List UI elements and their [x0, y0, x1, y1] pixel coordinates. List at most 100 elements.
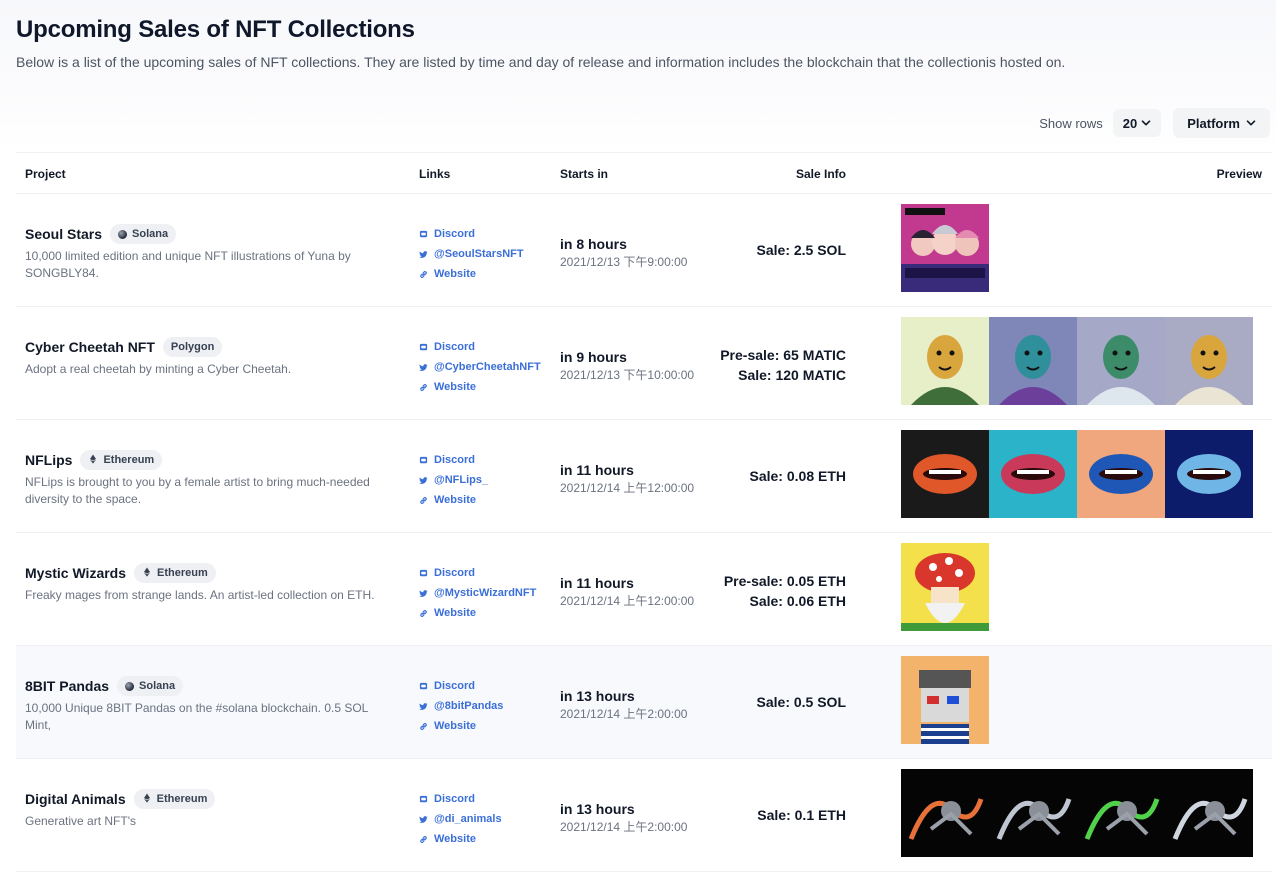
nft-preview-image[interactable] — [989, 769, 1077, 857]
table-row[interactable]: Digital Animals Ethereum Generative art … — [16, 759, 1272, 872]
link-icon — [420, 609, 427, 617]
project-name[interactable]: 8BIT Pandas — [25, 678, 109, 694]
link-icon — [420, 722, 427, 730]
sale-price-line: Pre-sale: 65 MATIC — [720, 347, 846, 363]
project-links: Discord @di_animals Website — [419, 789, 502, 849]
nft-preview-image[interactable] — [901, 656, 989, 744]
starts-relative: in 13 hours — [560, 801, 635, 817]
column-header-starts: Starts in — [560, 167, 609, 181]
twitter-icon — [419, 702, 428, 710]
starts-absolute: 2021/12/14 上午2:00:00 — [560, 820, 688, 834]
preview-images — [901, 543, 989, 631]
nft-preview-image[interactable] — [1077, 317, 1165, 405]
project-links: Discord @8bitPandas Website — [419, 676, 503, 736]
column-header-sale-info: Sale Info — [795, 167, 846, 181]
nft-preview-image[interactable] — [1077, 430, 1165, 518]
nft-preview-image[interactable] — [1077, 769, 1165, 857]
nft-preview-image[interactable] — [1165, 769, 1253, 857]
table-row[interactable]: Mystic Wizards Ethereum Freaky mages fro… — [16, 533, 1272, 646]
starts-relative: in 11 hours — [560, 575, 634, 591]
project-title-line: 8BIT Pandas Solana — [25, 676, 184, 696]
website-link[interactable]: Website — [419, 264, 524, 284]
project-title-line: Cyber Cheetah NFT Polygon — [25, 337, 223, 357]
twitter-icon — [419, 589, 428, 597]
chevron-down-icon — [1141, 120, 1151, 126]
nft-preview-image[interactable] — [989, 430, 1077, 518]
discord-link[interactable]: Discord — [419, 224, 524, 244]
discord-link[interactable]: Discord — [419, 676, 503, 696]
website-link[interactable]: Website — [419, 377, 541, 397]
project-title-line: NFLips Ethereum — [25, 450, 163, 470]
twitter-icon — [419, 363, 428, 371]
nft-preview-image[interactable] — [989, 317, 1077, 405]
sale-start-time: in 11 hours 2021/12/14 上午12:00:00 — [560, 574, 694, 610]
sale-info: Sale: 0.08 ETH — [750, 466, 847, 486]
page-subtitle: Below is a list of the upcoming sales of… — [16, 54, 1066, 70]
nft-preview-image[interactable] — [901, 204, 989, 292]
starts-absolute: 2021/12/13 下午10:00:00 — [560, 368, 695, 382]
nft-preview-image[interactable] — [1165, 430, 1253, 518]
table-row[interactable]: Seoul Stars Solana 10,000 limited editio… — [16, 194, 1272, 307]
preview-images — [901, 769, 1253, 857]
discord-link[interactable]: Discord — [419, 337, 541, 357]
nft-preview-image[interactable] — [1165, 317, 1253, 405]
platform-filter-button[interactable]: Platform — [1173, 108, 1270, 138]
project-title-line: Mystic Wizards Ethereum — [25, 563, 216, 583]
nft-preview-image[interactable] — [901, 317, 989, 405]
link-icon — [420, 383, 427, 391]
discord-icon — [419, 230, 428, 237]
website-link[interactable]: Website — [419, 716, 503, 736]
discord-icon — [419, 456, 428, 463]
nft-preview-image[interactable] — [901, 430, 989, 518]
twitter-link[interactable]: @SeoulStarsNFT — [419, 244, 524, 264]
link-icon — [420, 835, 427, 843]
twitter-link[interactable]: @NFLips_ — [419, 470, 488, 490]
twitter-icon — [419, 476, 428, 484]
project-name[interactable]: NFLips — [25, 452, 72, 468]
project-name[interactable]: Cyber Cheetah NFT — [25, 339, 155, 355]
website-link[interactable]: Website — [419, 829, 502, 849]
table-row[interactable]: NFLips Ethereum NFLips is brought to you… — [16, 420, 1272, 533]
starts-absolute: 2021/12/14 上午2:00:00 — [560, 707, 688, 721]
solana-icon — [118, 229, 128, 239]
page-title: Upcoming Sales of NFT Collections — [16, 16, 415, 43]
project-links: Discord @MysticWizardNFT Website — [419, 563, 536, 623]
table-row[interactable]: 8BIT Pandas Solana 10,000 Unique 8BIT Pa… — [16, 646, 1272, 759]
starts-relative: in 8 hours — [560, 236, 627, 252]
discord-link[interactable]: Discord — [419, 789, 502, 809]
website-link[interactable]: Website — [419, 490, 488, 510]
project-title-line: Digital Animals Ethereum — [25, 789, 216, 809]
sale-info: Sale: 0.5 SOL — [757, 692, 846, 712]
discord-link[interactable]: Discord — [419, 563, 536, 583]
nft-sales-table: Project Links Starts in Sale Info Previe… — [16, 152, 1272, 872]
project-links: Discord @NFLips_ Website — [419, 450, 488, 510]
twitter-link[interactable]: @MysticWizardNFT — [419, 583, 536, 603]
discord-link[interactable]: Discord — [419, 450, 488, 470]
nft-preview-image[interactable] — [901, 769, 989, 857]
sale-price-line: Sale: 0.5 SOL — [756, 694, 846, 710]
sale-start-time: in 13 hours 2021/12/14 上午2:00:00 — [560, 800, 687, 836]
nft-preview-image[interactable] — [901, 543, 989, 631]
chain-label: Polygon — [170, 341, 215, 353]
rows-per-page-select[interactable]: 20 — [1112, 109, 1162, 137]
chevron-down-icon — [1246, 120, 1256, 126]
sale-price-line: Pre-sale: 0.05 ETH — [723, 573, 846, 589]
sale-info: Sale: 0.1 ETH — [757, 805, 846, 825]
project-name[interactable]: Digital Animals — [25, 791, 126, 807]
project-description: 10,000 Unique 8BIT Pandas on the #solana… — [25, 701, 368, 732]
chain-badge: Solana — [110, 224, 177, 244]
twitter-link[interactable]: @8bitPandas — [419, 696, 503, 716]
sale-info: Pre-sale: 65 MATIC Sale: 120 MATIC — [720, 345, 846, 385]
table-row[interactable]: Cyber Cheetah NFT Polygon Adopt a real c… — [16, 307, 1272, 420]
column-header-links: Links — [419, 167, 451, 181]
chain-badge: Ethereum — [134, 563, 216, 583]
project-name[interactable]: Seoul Stars — [25, 226, 102, 242]
twitter-link[interactable]: @CyberCheetahNFT — [419, 357, 541, 377]
project-name[interactable]: Mystic Wizards — [25, 565, 126, 581]
website-link[interactable]: Website — [419, 603, 536, 623]
discord-icon — [419, 795, 428, 802]
chain-badge: Polygon — [162, 337, 223, 357]
twitter-icon — [419, 250, 428, 258]
chain-label: Ethereum — [103, 454, 155, 466]
twitter-link[interactable]: @di_animals — [419, 809, 502, 829]
